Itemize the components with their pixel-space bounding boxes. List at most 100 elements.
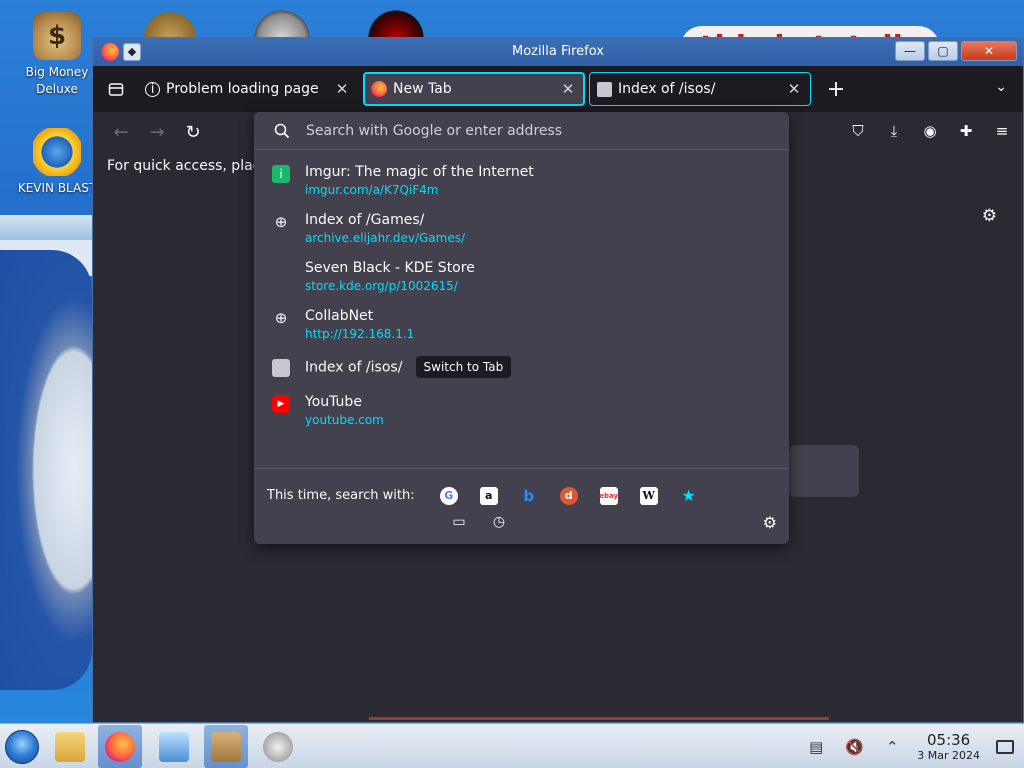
system-tray: ▤ 🔇 ⌃ 05:36 3 Mar 2024 <box>797 724 1024 768</box>
minimize-button[interactable]: — <box>895 41 925 61</box>
result-row[interactable]: i Imgur: The magic of the Internet imgur… <box>254 156 789 204</box>
imgur-icon: i <box>272 165 290 183</box>
server-icon <box>597 81 612 97</box>
info-icon: i <box>145 81 160 97</box>
result-title: Imgur: The magic of the Internet <box>305 164 534 180</box>
bookmarks-star-icon[interactable]: ★ <box>680 486 698 505</box>
new-tab-search-box[interactable] <box>789 445 859 497</box>
address-bar-placeholder: Search with Google or enter address <box>306 122 563 139</box>
folder-icon <box>55 731 85 762</box>
result-row[interactable]: ▶ YouTube youtube.com <box>254 386 789 434</box>
close-tab-icon[interactable]: ✕ <box>333 80 351 98</box>
tab-bar: i Problem loading page ✕ New Tab ✕ Index… <box>93 66 1023 112</box>
tab-index-isos[interactable]: Index of /isos/ ✕ <box>589 72 811 106</box>
result-title: Seven Black - KDE Store <box>305 260 475 276</box>
amazon-icon[interactable]: a <box>479 486 498 505</box>
result-row-switch-to-tab[interactable]: Index of /isos/ Switch to Tab <box>254 348 789 386</box>
firefox-view-button[interactable] <box>99 72 133 106</box>
window-menu-icon[interactable]: ◆ <box>123 43 141 61</box>
kde-store-icon <box>272 261 290 279</box>
desktop-icon-big-money[interactable]: $ Big Money Deluxe <box>12 12 102 98</box>
server-icon <box>272 359 290 377</box>
vm-icon <box>263 731 293 762</box>
tab-label: Index of /isos/ <box>618 81 716 97</box>
globe-icon: ⊕ <box>274 309 288 327</box>
taskbar-system-settings[interactable] <box>152 725 196 768</box>
firefox-icon <box>105 731 135 762</box>
duckduckgo-icon[interactable]: d <box>559 486 578 505</box>
search-settings-gear-icon[interactable]: ⚙ <box>763 513 777 532</box>
window-title: Mozilla Firefox <box>512 44 604 59</box>
maximize-button[interactable]: ▢ <box>928 41 958 61</box>
account-icon[interactable]: ◉ <box>921 122 939 140</box>
extensions-icon[interactable]: ✚ <box>957 122 975 140</box>
result-url: store.kde.org/p/1002615/ <box>305 279 458 293</box>
close-button[interactable]: ✕ <box>961 41 1017 61</box>
taskbar-file-manager[interactable] <box>48 725 92 768</box>
clock[interactable]: 05:36 3 Mar 2024 <box>917 730 980 762</box>
tray-expand-chevron-icon[interactable]: ⌃ <box>883 738 901 756</box>
volume-muted-icon[interactable]: 🔇 <box>845 738 864 756</box>
globe-icon: ⊕ <box>274 213 288 231</box>
history-icon[interactable]: ◷ <box>490 513 508 531</box>
list-all-tabs-chevron-icon[interactable]: ⌄ <box>995 79 1007 95</box>
firefox-icon <box>371 81 387 97</box>
money-bag-icon: $ <box>33 12 81 60</box>
close-tab-icon[interactable]: ✕ <box>785 80 803 98</box>
tabs-icon[interactable]: ▭ <box>450 513 468 531</box>
taskbar-virtual-machine[interactable] <box>256 725 300 768</box>
result-row[interactable]: ⊕ Index of /Games/ archive.elijahr.dev/G… <box>254 204 789 252</box>
clock-date: 3 Mar 2024 <box>917 748 980 762</box>
switch-to-tab-badge: Switch to Tab <box>415 356 512 378</box>
blast-icon <box>33 128 81 176</box>
clipboard-icon[interactable]: ▤ <box>807 738 825 756</box>
taskbar: ▤ 🔇 ⌃ 05:36 3 Mar 2024 <box>0 723 1024 768</box>
urlbar-results-list: i Imgur: The magic of the Internet imgur… <box>254 150 789 434</box>
firefox-view-icon <box>108 83 124 96</box>
youtube-icon: ▶ <box>272 395 290 413</box>
result-url: http://192.168.1.1 <box>305 327 415 341</box>
tab-label: New Tab <box>393 81 452 97</box>
download-icon[interactable]: ⤓ <box>885 122 903 140</box>
content-divider <box>369 717 829 720</box>
reload-icon[interactable]: ↻ <box>175 122 211 143</box>
clock-time: 05:36 <box>927 730 971 749</box>
ebay-icon[interactable]: ebay <box>599 486 618 505</box>
result-title: CollabNet <box>305 308 374 324</box>
window-titlebar[interactable]: ◆ Mozilla Firefox — ▢ ✕ <box>93 38 1023 66</box>
forward-arrow-icon[interactable]: → <box>139 122 175 143</box>
back-arrow-icon[interactable]: ← <box>103 122 139 143</box>
result-url: youtube.com <box>305 413 384 427</box>
urlbar-results-popup: Search with Google or enter address i Im… <box>254 112 789 544</box>
desktop-wallpaper-shape <box>0 250 92 690</box>
address-bar[interactable]: Search with Google or enter address <box>254 112 789 150</box>
google-icon[interactable]: G <box>439 486 458 505</box>
result-row[interactable]: ⊕ CollabNet http://192.168.1.1 <box>254 300 789 348</box>
windows-orb-icon <box>5 729 39 764</box>
desktop-icon-kevin-blast[interactable]: KEVIN BLAST <box>12 128 102 197</box>
taskbar-package-manager[interactable] <box>204 725 248 768</box>
taskbar-firefox[interactable] <box>98 725 142 768</box>
hamburger-menu-icon[interactable]: ≡ <box>993 122 1011 140</box>
result-row[interactable]: Seven Black - KDE Store store.kde.org/p/… <box>254 252 789 300</box>
start-button[interactable] <box>0 725 44 768</box>
tab-new-tab[interactable]: New Tab ✕ <box>363 72 585 106</box>
search-icon <box>274 123 290 138</box>
new-tab-button[interactable]: + <box>821 77 851 102</box>
desktop-icon-label: KEVIN BLAST <box>17 181 97 195</box>
result-url: archive.elijahr.dev/Games/ <box>305 231 466 245</box>
wikipedia-icon[interactable]: W <box>639 486 658 505</box>
desktop-wallpaper-bar <box>0 215 92 241</box>
tab-label: Problem loading page <box>166 81 319 97</box>
new-tab-settings-gear-icon[interactable]: ⚙ <box>982 206 997 226</box>
result-title: Index of /Games/ <box>305 212 425 228</box>
result-title: YouTube <box>305 394 362 410</box>
one-offs-label: This time, search with: <box>267 488 415 503</box>
show-desktop-icon[interactable] <box>996 739 1014 754</box>
close-tab-icon[interactable]: ✕ <box>559 80 577 98</box>
pocket-icon[interactable]: ⛉ <box>849 122 867 140</box>
tab-problem-loading[interactable]: i Problem loading page ✕ <box>137 72 359 106</box>
search-one-offs: This time, search with: G a b d ebay W ★… <box>254 468 789 532</box>
bing-icon[interactable]: b <box>520 487 538 505</box>
result-url: imgur.com/a/K7QiF4m <box>305 183 439 197</box>
